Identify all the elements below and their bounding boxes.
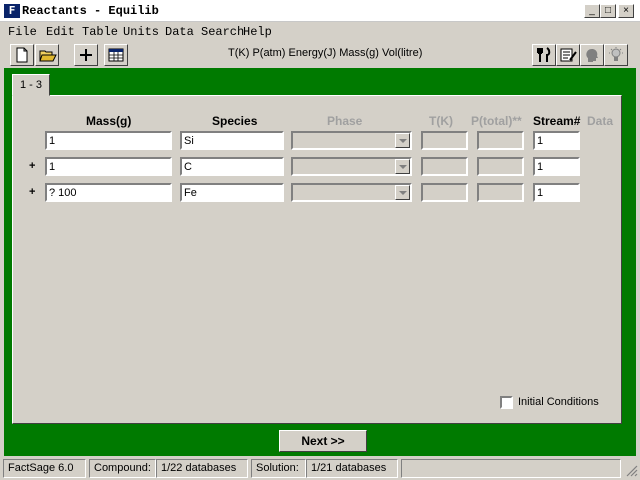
status-solution-label: Solution: (251, 459, 306, 478)
row-3-stream-input[interactable]: 1 (533, 183, 580, 202)
row-3-phase-select[interactable] (291, 183, 412, 202)
minimize-button[interactable]: _ (584, 4, 600, 18)
menu-help[interactable]: Help (243, 25, 272, 39)
toolbar: T(K) P(atm) Energy(J) Mass(g) Vol(litre) (0, 42, 640, 68)
window-title: Reactants - Equilib (22, 4, 159, 18)
chevron-down-icon[interactable] (395, 159, 410, 174)
chevron-down-icon[interactable] (395, 185, 410, 200)
open-folder-icon (39, 50, 57, 62)
row-1-species-input[interactable]: Si (180, 131, 284, 150)
status-compound-value: 1/22 databases (156, 459, 248, 478)
initial-conditions-checkbox[interactable] (500, 396, 513, 409)
header-species: Species (212, 114, 258, 128)
row-3-temperature-input[interactable] (421, 183, 468, 202)
initial-conditions-label[interactable]: Initial Conditions (518, 396, 599, 408)
row-1-pressure-input[interactable] (477, 131, 524, 150)
row-1-stream-input[interactable]: 1 (533, 131, 580, 150)
row-2-temperature-input[interactable] (421, 157, 468, 176)
header-mass: Mass(g) (86, 114, 132, 128)
row-3-plus: + (29, 186, 36, 198)
fork-knife-button[interactable] (532, 44, 556, 66)
row-1-mass-input[interactable]: 1 (45, 131, 172, 150)
status-compound-label: Compound: (89, 459, 156, 478)
chevron-down-icon[interactable] (395, 133, 410, 148)
status-solution-value: 1/21 databases (306, 459, 398, 478)
status-empty (401, 459, 621, 478)
maximize-button[interactable]: □ (600, 4, 616, 18)
menu-data-search[interactable]: Data Search (165, 25, 244, 39)
row-3-species-input[interactable]: Fe (180, 183, 284, 202)
row-2-species-input[interactable]: C (180, 157, 284, 176)
status-bar: FactSage 6.0 Compound: 1/22 databases So… (0, 457, 640, 480)
table-icon (108, 48, 124, 62)
row-2-plus: + (29, 160, 36, 172)
header-phase: Phase (327, 114, 363, 128)
utensils-icon (537, 47, 551, 62)
header-stream: Stream# (533, 114, 581, 128)
row-3-mass-input[interactable]: ? 100 (45, 183, 172, 202)
row-1-phase-select[interactable] (291, 131, 412, 150)
row-3-pressure-input[interactable] (477, 183, 524, 202)
close-button[interactable]: × (618, 4, 634, 18)
lightbulb-icon (609, 47, 623, 61)
units-label[interactable]: T(K) P(atm) Energy(J) Mass(g) Vol(litre) (228, 47, 422, 59)
notes-button[interactable] (556, 44, 580, 66)
lightbulb-button[interactable] (604, 44, 628, 66)
head-silhouette-icon (586, 49, 598, 62)
row-2-pressure-input[interactable] (477, 157, 524, 176)
tab-reactants-range[interactable]: 1 - 3 (12, 74, 50, 96)
menu-bar: File Edit Table Units Data Search Help (0, 22, 640, 42)
menu-file[interactable]: File (8, 25, 37, 39)
header-pressure: P(total)** (471, 114, 522, 128)
new-file-button[interactable] (10, 44, 34, 66)
resize-grip-icon[interactable] (624, 463, 638, 477)
plus-icon (80, 49, 92, 61)
row-2-mass-input[interactable]: 1 (45, 157, 172, 176)
status-version: FactSage 6.0 (3, 459, 86, 478)
table-button[interactable] (104, 44, 128, 66)
row-2-stream-input[interactable]: 1 (533, 157, 580, 176)
notepad-pencil-icon (560, 48, 577, 62)
row-2-phase-select[interactable] (291, 157, 412, 176)
row-1-temperature-input[interactable] (421, 131, 468, 150)
open-file-button[interactable] (35, 44, 59, 66)
menu-edit[interactable]: Edit (46, 25, 75, 39)
next-button[interactable]: Next >> (279, 430, 367, 452)
app-icon: F (4, 4, 20, 18)
add-button[interactable] (74, 44, 98, 66)
new-file-icon (16, 47, 28, 63)
menu-table[interactable]: Table (82, 25, 118, 39)
title-bar: F Reactants - Equilib _ □ × (0, 0, 640, 22)
header-temperature: T(K) (429, 114, 453, 128)
head-button[interactable] (580, 44, 604, 66)
header-data: Data (587, 114, 614, 128)
menu-units[interactable]: Units (123, 25, 159, 39)
